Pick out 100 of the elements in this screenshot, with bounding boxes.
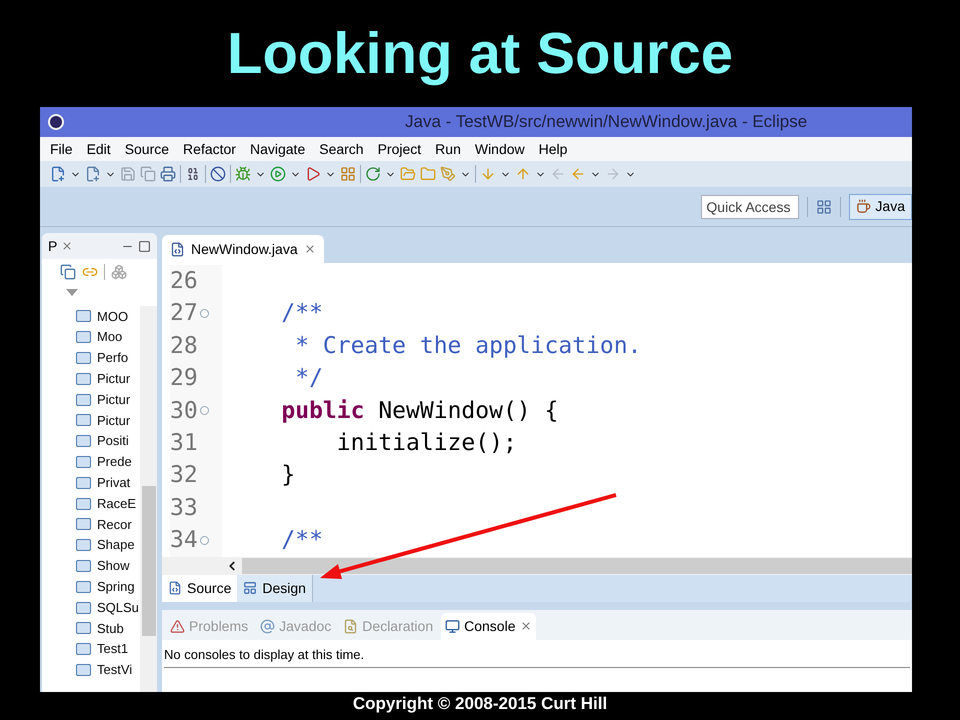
monitor-icon xyxy=(445,618,460,634)
source-icon xyxy=(168,581,182,596)
folder-icon xyxy=(76,560,91,572)
menu-item[interactable]: Source xyxy=(124,138,170,160)
tree-folder-item[interactable]: Show xyxy=(76,556,139,576)
tree-folder-item[interactable]: Privat xyxy=(76,472,139,494)
java-file-icon xyxy=(170,242,185,256)
menu-item[interactable]: Run xyxy=(435,138,461,160)
cluster-icon[interactable] xyxy=(111,264,127,280)
menu-item[interactable]: Navigate xyxy=(250,138,306,160)
fold-icon[interactable] xyxy=(200,309,209,318)
horizontal-scrollbar[interactable] xyxy=(242,558,912,574)
new-file-icon[interactable] xyxy=(50,166,66,182)
panel-tab[interactable]: P xyxy=(48,236,58,256)
document-search-icon xyxy=(343,618,358,634)
tree-folder-item[interactable]: Stub xyxy=(76,618,139,639)
menu-item[interactable]: File xyxy=(50,138,73,160)
scroll-thumb[interactable] xyxy=(142,486,156,636)
tree-folder-item[interactable]: Spring xyxy=(76,576,139,598)
tree-folder-item[interactable]: Moo xyxy=(76,326,139,348)
folder-icon xyxy=(76,539,91,552)
folder-open-icon xyxy=(400,166,416,182)
tree-folder-item[interactable]: SQLSu xyxy=(76,597,139,618)
window-title: Java - TestWB/src/newwin/NewWindow.java - Eclipse xyxy=(405,111,808,134)
editor-mode-tab[interactable]: Design xyxy=(237,574,313,602)
line-number: 31 xyxy=(170,428,198,458)
line-number: 26 xyxy=(170,266,198,296)
folder-icon xyxy=(76,352,91,364)
close-icon[interactable] xyxy=(520,620,532,632)
line-number: 30 xyxy=(170,396,198,426)
folder-icon xyxy=(76,476,91,489)
folder-icon xyxy=(76,394,91,406)
tree-folder-item[interactable]: Test1 xyxy=(76,638,139,660)
menu-item[interactable]: Edit xyxy=(86,138,111,160)
line-number: 32 xyxy=(170,461,198,490)
menu-item[interactable]: Window xyxy=(474,138,525,160)
tree-folder-item[interactable]: Recor xyxy=(76,514,139,535)
tree-folder-item[interactable]: Pictur xyxy=(76,410,139,431)
quick-access-field[interactable]: Quick Access xyxy=(701,194,800,218)
tree-folder-item[interactable]: Positi xyxy=(76,430,139,452)
warning-icon xyxy=(170,618,185,634)
prohibited-icon xyxy=(210,166,226,182)
save-all-icon xyxy=(140,166,156,182)
close-icon[interactable] xyxy=(304,243,316,255)
line-number: 33 xyxy=(170,494,198,523)
menu-item[interactable]: Project xyxy=(378,138,422,160)
menu-item[interactable]: Refactor xyxy=(183,138,236,160)
view-tab[interactable]: Console xyxy=(441,612,536,640)
java-icon xyxy=(856,199,872,214)
line-number: 27 xyxy=(170,299,198,328)
folder-icon xyxy=(76,435,91,448)
tree-folder-item[interactable]: Perfo xyxy=(76,348,139,368)
save-icon xyxy=(120,166,136,182)
code-line: * Create the application. xyxy=(294,332,642,361)
menu-item[interactable]: Search xyxy=(319,138,364,160)
tree-folder-item[interactable]: Shape xyxy=(76,534,139,556)
folder-icon xyxy=(76,664,91,676)
line-number: 28 xyxy=(170,332,198,361)
folder-icon xyxy=(420,166,436,182)
folder-icon xyxy=(76,498,91,510)
folder-icon xyxy=(76,414,91,426)
at-sign-icon xyxy=(260,618,276,634)
folder-icon xyxy=(76,372,91,385)
console-message: No consoles to display at this time. xyxy=(164,646,364,662)
editor-tab[interactable]: NewWindow.java xyxy=(162,235,324,263)
tree-folder-item[interactable]: Pictur xyxy=(76,389,139,410)
print-icon xyxy=(160,166,176,182)
code-line: */ xyxy=(294,364,323,394)
eclipse-icon xyxy=(48,114,64,130)
tree-folder-item[interactable]: Pictur xyxy=(76,368,139,390)
folder-icon xyxy=(76,310,91,322)
folder-icon xyxy=(76,518,91,530)
folder-icon xyxy=(76,456,91,468)
java-perspective-button[interactable]: Java xyxy=(849,194,912,220)
editor-mode-tab[interactable]: Source xyxy=(162,574,238,602)
close-icon[interactable] xyxy=(61,240,74,252)
collapse-all-icon[interactable] xyxy=(60,264,76,280)
code-line: } xyxy=(280,461,296,490)
tree-folder-item[interactable]: Prede xyxy=(76,452,139,472)
fold-icon[interactable] xyxy=(200,536,209,545)
tree-folder-item[interactable]: TestVi xyxy=(76,660,139,680)
code-line: initialize(); xyxy=(336,428,517,458)
scrollbar[interactable] xyxy=(140,306,157,692)
folder-icon xyxy=(76,331,91,344)
line-number: 34 xyxy=(170,526,198,556)
run-stop-icon[interactable] xyxy=(305,166,321,182)
folder-icon xyxy=(76,602,91,614)
menu-item[interactable]: Help xyxy=(538,138,568,160)
design-icon xyxy=(243,581,258,596)
folder-icon xyxy=(76,622,91,634)
maximize-icon[interactable] xyxy=(138,240,151,252)
folder-icon xyxy=(76,580,91,593)
tree-folder-item[interactable]: RaceE xyxy=(76,493,139,514)
line-number: 29 xyxy=(170,364,198,394)
code-line: public NewWindow() { xyxy=(280,396,558,426)
fold-icon[interactable] xyxy=(200,406,209,416)
tree-folder-item[interactable]: MOO xyxy=(76,306,139,327)
open-perspective-icon[interactable] xyxy=(816,198,832,214)
expand-triangle-icon[interactable] xyxy=(66,289,78,296)
grid-icon xyxy=(340,166,356,182)
